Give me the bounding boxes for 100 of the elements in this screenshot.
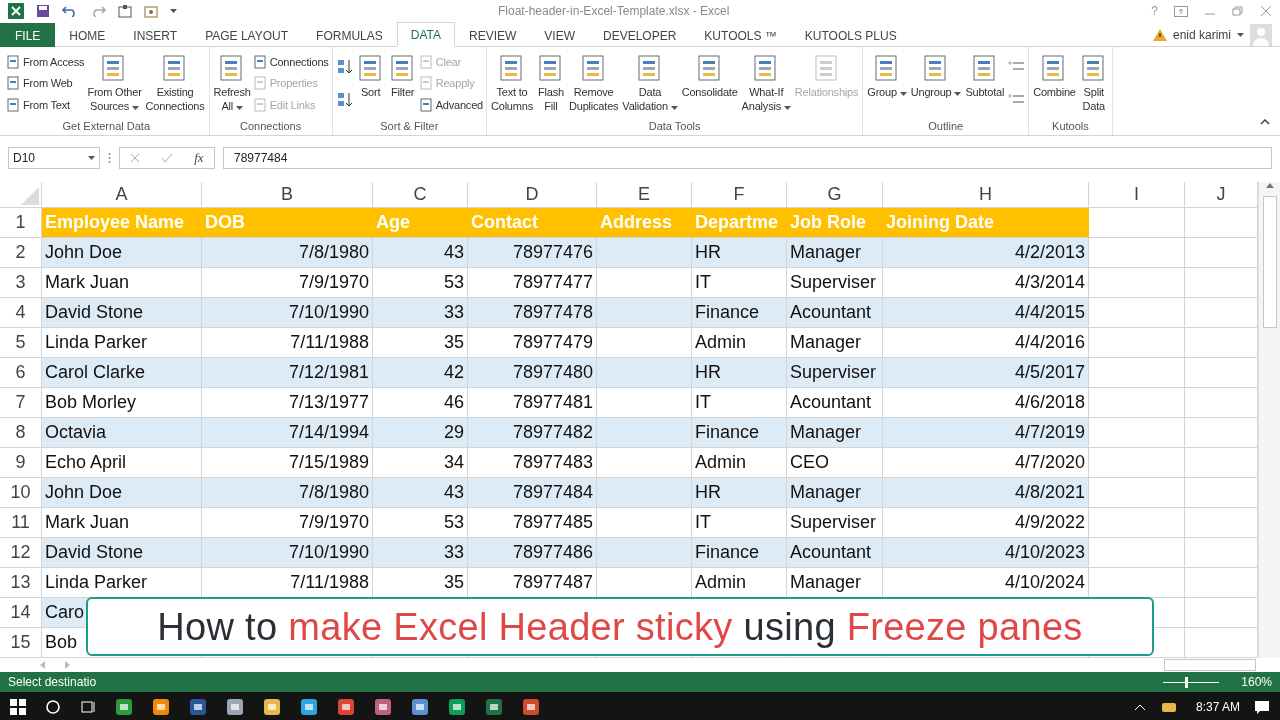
table-cell: Echo April [42, 448, 202, 478]
app-icon[interactable] [485, 698, 503, 716]
ribbon-button[interactable]: Text to Columns [489, 49, 534, 118]
table-cell: Bob Morley [42, 388, 202, 418]
table-cell: Mark Juan [42, 508, 202, 538]
ribbon-button[interactable]: From Web [7, 76, 85, 91]
ribbon-tab[interactable]: KUTOOLS PLUS [790, 23, 911, 47]
ribbon-tab[interactable]: HOME [55, 23, 120, 47]
ribbon-tab[interactable]: DATA [396, 22, 455, 47]
ribbon-button[interactable]: Split Data [1078, 49, 1109, 118]
app-icon[interactable] [337, 698, 355, 716]
task-view-icon[interactable] [80, 699, 96, 715]
ribbon-button[interactable]: From Text [7, 98, 85, 113]
table-cell: 4/7/2020 [883, 448, 1089, 478]
network-icon[interactable] [1159, 700, 1178, 714]
ribbon-button[interactable]: Consolidate [680, 49, 739, 118]
ribbon-tab[interactable]: INSERT [119, 23, 192, 47]
caret-icon [170, 9, 177, 13]
ribbon-button[interactable]: Filter [387, 49, 418, 118]
clipboard-icon[interactable] [144, 4, 158, 18]
ribbon-button[interactable]: Group [866, 49, 908, 118]
table-cell: 7/12/1981 [202, 358, 373, 388]
ribbon-tab[interactable]: PAGE LAYOUT [191, 23, 303, 47]
check-icon[interactable] [161, 153, 174, 163]
ribbon-display-icon[interactable] [1174, 5, 1188, 17]
app-icon[interactable] [263, 698, 281, 716]
table-cell: 33 [373, 298, 468, 328]
account-name[interactable]: enid karimi [1172, 27, 1231, 42]
app-icon[interactable] [189, 698, 207, 716]
ribbon-button[interactable]: Sort [355, 49, 386, 118]
app-icon[interactable] [115, 698, 133, 716]
ribbon-tab[interactable]: FILE [0, 23, 56, 47]
ribbon-button[interactable]: Ungroup [909, 49, 963, 118]
ribbon-button[interactable]: What-If Analysis [740, 49, 792, 118]
ribbon-button[interactable]: From Access [7, 54, 85, 69]
table-cell: 78977477 [468, 268, 597, 298]
ribbon-button[interactable]: Combine [1032, 49, 1077, 118]
table-cell: 7/9/1970 [202, 268, 373, 298]
table-cell: 34 [373, 448, 468, 478]
table-cell: 7/14/1994 [202, 418, 373, 448]
table-cell: Acountant [787, 388, 883, 418]
clipboard-icon[interactable] [118, 4, 132, 18]
app-icon[interactable] [226, 698, 244, 716]
ribbon-button[interactable]: Refresh All [212, 49, 252, 118]
save-icon[interactable] [36, 4, 50, 18]
sort-icon[interactable] [335, 90, 354, 109]
scroll-up-icon[interactable] [1265, 182, 1274, 188]
notification-icon[interactable] [1254, 699, 1270, 715]
table-cell: 78977484 [468, 478, 597, 508]
table-cell: Admin [692, 448, 787, 478]
table-cell: 33 [373, 538, 468, 568]
ribbon-tab[interactable]: KUTOOLS ™ [690, 23, 791, 47]
undo-icon[interactable] [62, 5, 78, 17]
group-label: Outline [928, 119, 964, 134]
close-icon[interactable] [1260, 6, 1272, 16]
scroll-thumb[interactable] [1262, 196, 1277, 328]
app-icon[interactable] [152, 698, 170, 716]
table-cell: Finance [692, 418, 787, 448]
app-icon[interactable] [300, 698, 318, 716]
vertical-scrollbar[interactable] [1258, 182, 1280, 658]
name-box[interactable]: D10 [8, 147, 100, 169]
header-cell: Job Role [787, 208, 883, 238]
table-cell: Carol Clarke [42, 358, 202, 388]
grip-icon [108, 152, 111, 164]
table-cell: 78977482 [468, 418, 597, 448]
app-icon[interactable] [411, 698, 429, 716]
windows-start-icon[interactable] [10, 699, 26, 715]
table-cell: 78977479 [468, 328, 597, 358]
table-cell: 43 [373, 478, 468, 508]
ribbon-tab[interactable]: DEVELOPER [589, 23, 691, 47]
ribbon-button[interactable]: Flash Fill [536, 49, 566, 118]
window-title: Float-header-in-Excel-Template.xlsx - Excel [498, 4, 731, 18]
table-cell: 7/13/1977 [202, 388, 373, 418]
ribbon-button[interactable]: Connections [253, 54, 329, 69]
table-cell: CEO [787, 448, 883, 478]
ribbon-button[interactable]: Existing Connections [144, 49, 206, 118]
app-icon[interactable] [522, 698, 540, 716]
ribbon-button[interactable]: Remove Duplicates [568, 49, 620, 118]
table-cell: 78977480 [468, 358, 597, 388]
ribbon-button[interactable]: From Other Sources [86, 49, 143, 118]
insert-function-button[interactable]: fx [194, 150, 204, 166]
horizontal-scrollbar[interactable] [1164, 659, 1256, 671]
header-cell: Departme [692, 208, 787, 238]
document-icon [7, 98, 20, 113]
collapse-ribbon-icon[interactable] [1260, 119, 1270, 125]
ribbon-tab[interactable]: VIEW [530, 23, 589, 47]
ribbon-tab[interactable]: FORMULAS [302, 23, 397, 47]
table-cell: Admin [692, 568, 787, 598]
formula-input[interactable]: 78977484 [223, 147, 1272, 169]
ribbon-button[interactable]: Advanced [419, 98, 483, 113]
search-icon[interactable] [45, 699, 61, 715]
app-icon[interactable] [374, 698, 392, 716]
chevron-up-icon[interactable] [1133, 703, 1146, 711]
ribbon-tab[interactable]: REVIEW [455, 23, 531, 47]
ribbon-button[interactable]: Subtotal [964, 49, 1006, 118]
ribbon-button[interactable]: Data Validation [621, 49, 679, 118]
zoom-level[interactable]: 160% [1241, 675, 1272, 689]
table-cell: 7/9/1970 [202, 508, 373, 538]
table-cell: 4/5/2017 [883, 358, 1089, 388]
app-icon[interactable] [448, 698, 466, 716]
